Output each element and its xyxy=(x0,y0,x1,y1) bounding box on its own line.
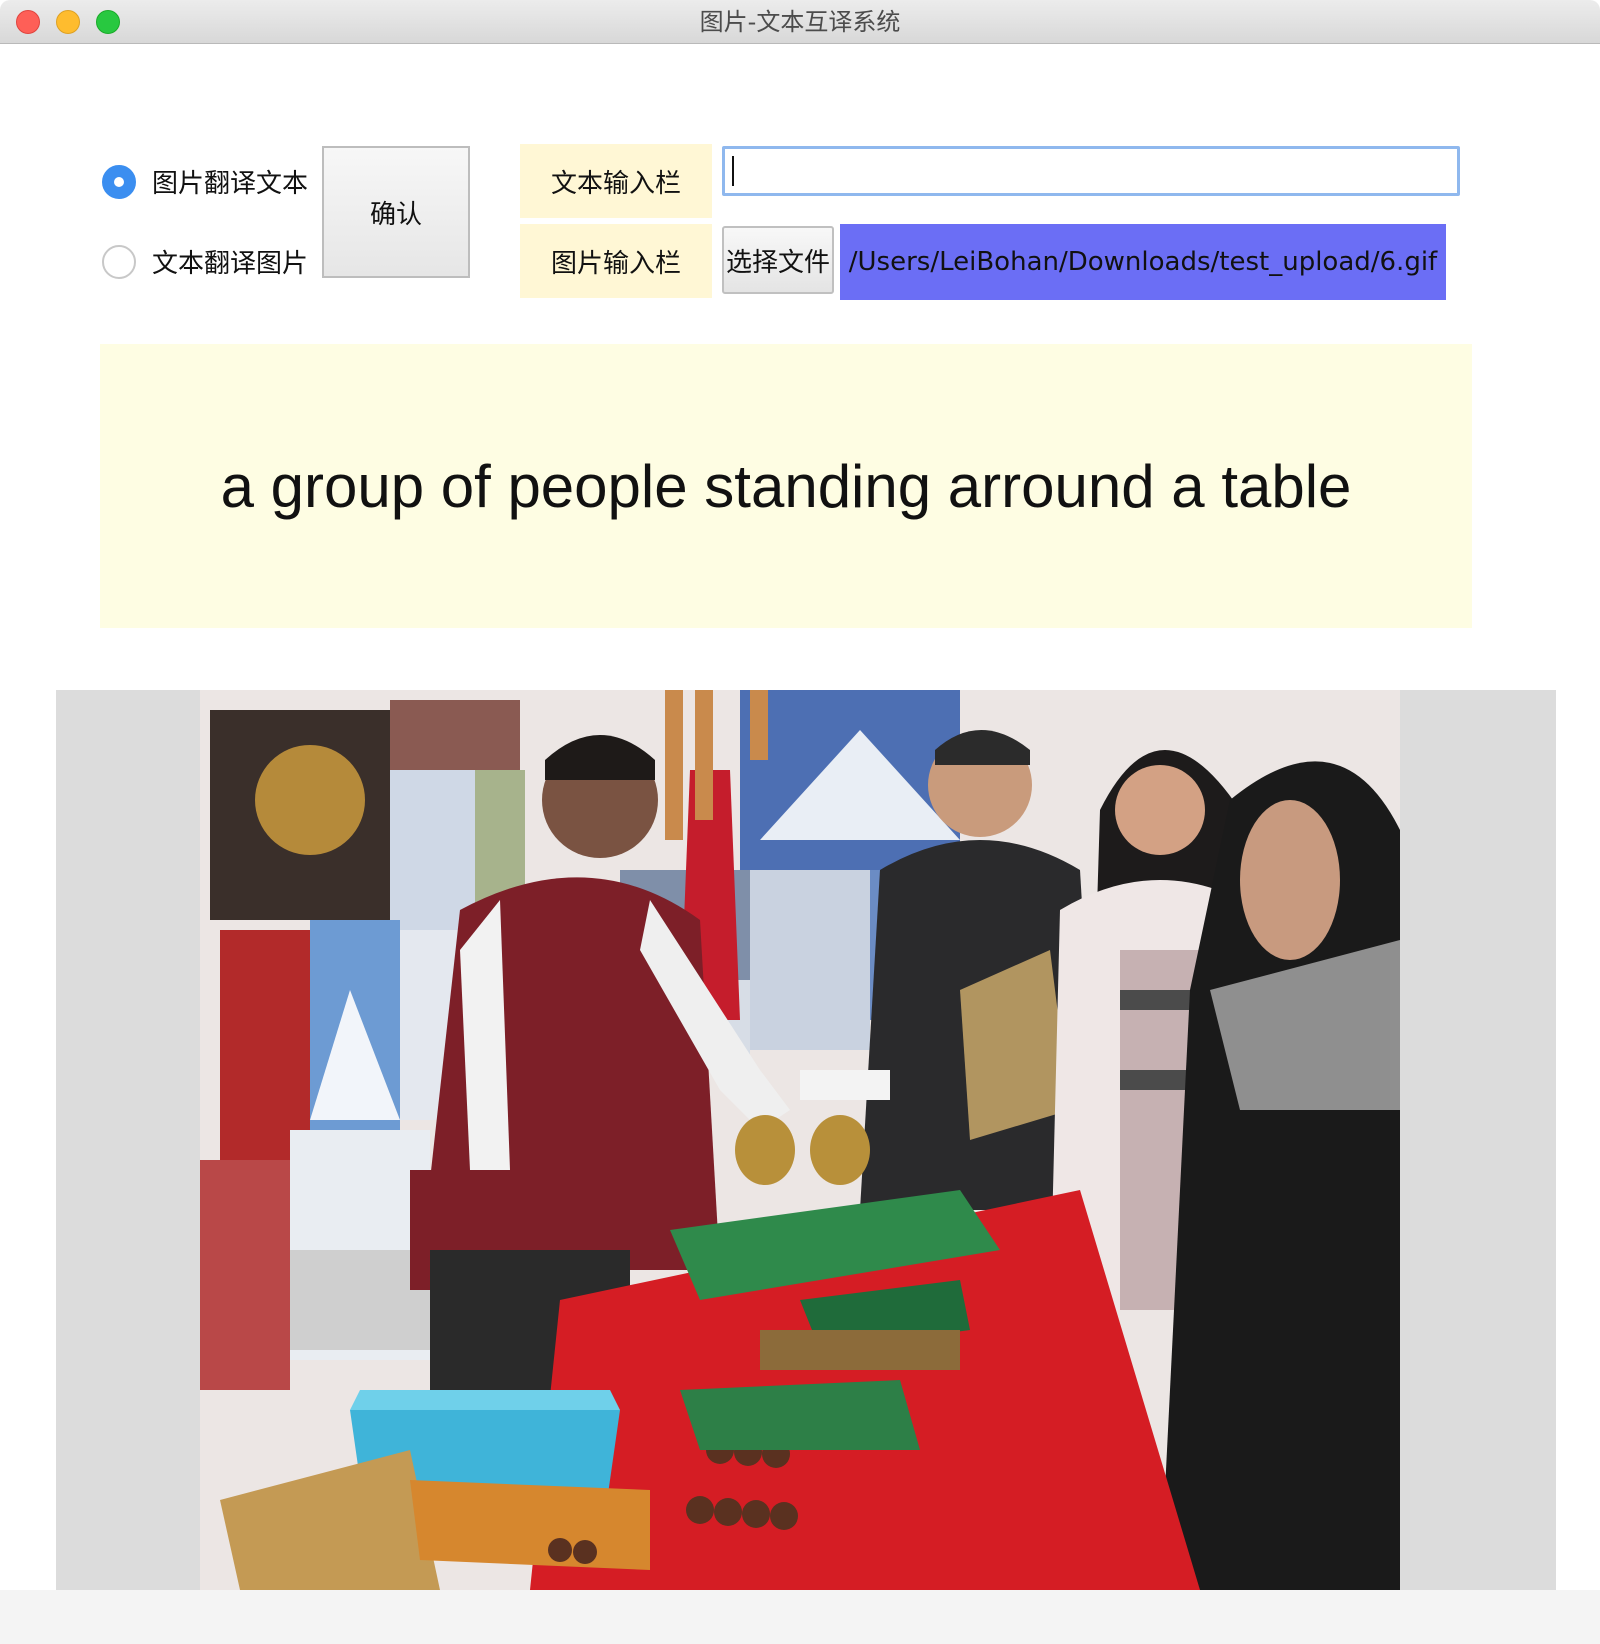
app-window: 图片-文本互译系统 图片翻译文本 文本翻译图片 确认 文本输入栏 图片输入栏 选… xyxy=(0,0,1600,1644)
result-panel: a group of people standing arround a tab… xyxy=(100,344,1472,628)
radio-checked-icon[interactable] xyxy=(102,164,136,199)
text-input-label: 文本输入栏 xyxy=(520,144,712,218)
confirm-button[interactable]: 确认 xyxy=(322,146,470,278)
file-path-display: /Users/LeiBohan/Downloads/test_upload/6.… xyxy=(840,224,1446,300)
result-caption: a group of people standing arround a tab… xyxy=(220,452,1352,520)
radio-text-to-image[interactable]: 文本翻译图片 xyxy=(102,243,308,280)
choose-file-button[interactable]: 选择文件 xyxy=(722,226,834,294)
photo-illustration xyxy=(200,690,1400,1590)
title-bar: 图片-文本互译系统 xyxy=(0,0,1600,44)
uploaded-photo xyxy=(200,690,1400,1590)
window-title: 图片-文本互译系统 xyxy=(699,8,901,36)
text-input[interactable] xyxy=(722,146,1460,196)
radio-text-to-image-label: 文本翻译图片 xyxy=(152,249,309,279)
radio-unchecked-icon[interactable] xyxy=(102,244,136,279)
image-display-area xyxy=(56,690,1556,1590)
radio-image-to-text-label: 图片翻译文本 xyxy=(152,169,309,199)
image-input-label: 图片输入栏 xyxy=(520,224,712,298)
window-bottom-edge xyxy=(0,1590,1600,1644)
text-cursor xyxy=(732,156,734,186)
radio-image-to-text[interactable]: 图片翻译文本 xyxy=(102,163,308,200)
